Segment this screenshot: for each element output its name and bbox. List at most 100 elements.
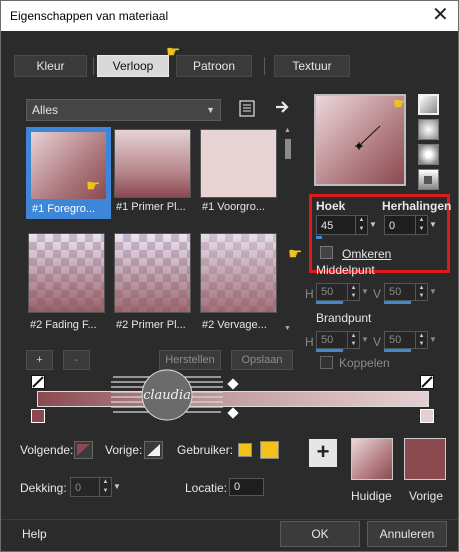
focal-v-input[interactable]: 50 ▲ ▼ [384, 331, 428, 349]
material-properties-dialog: Eigenschappen van materiaal ✕ Kleur Verl… [0, 0, 459, 552]
focal-h-label: H [305, 335, 314, 349]
gradient-label: #2 Primer Pl... [116, 319, 186, 331]
remove-button[interactable]: - [63, 350, 90, 370]
pointer-hand-icon: ☛ [288, 246, 303, 263]
tab-textuur[interactable]: Textuur [274, 55, 350, 77]
tab-verloop[interactable]: Verloop [97, 55, 169, 77]
gradient-label: #1 Primer Pl... [116, 201, 186, 213]
repeats-input[interactable]: 0 ▲ ▼ [384, 215, 428, 235]
user-color-swatch-2[interactable] [260, 441, 279, 459]
focal-h-slider[interactable] [316, 349, 343, 352]
location-input[interactable]: 0 [229, 478, 264, 496]
invert-label: Omkeren [342, 247, 392, 261]
foreground-stop-marker[interactable] [31, 375, 45, 389]
gradient-item[interactable]: #1 Primer Pl... [112, 127, 197, 219]
chevron-down-icon[interactable]: ▼ [429, 215, 437, 235]
gradient-item[interactable]: #2 Primer Pl... [112, 231, 197, 331]
link-label: Koppelen [339, 356, 390, 370]
gradient-grid: #1 Foregro... ☛ #1 Primer Pl... #1 Voorg… [26, 127, 281, 337]
title-bar: Eigenschappen van materiaal ✕ [1, 1, 458, 31]
list-view-icon[interactable] [239, 100, 255, 117]
gradient-item[interactable]: #2 Fading F... [26, 231, 111, 331]
gradient-label: #2 Fading F... [30, 319, 97, 331]
scroll-thumb[interactable] [285, 139, 291, 159]
category-dropdown[interactable]: Alles ▼ [26, 99, 221, 121]
arrow-right-icon[interactable] [275, 99, 291, 115]
style-radial-button[interactable] [418, 169, 439, 190]
angle-slider[interactable] [316, 236, 322, 239]
gradient-label: #1 Foregro... [32, 203, 95, 215]
invert-checkbox[interactable] [320, 246, 333, 259]
category-value: Alles [32, 103, 59, 117]
center-h-slider[interactable] [316, 301, 343, 304]
center-h-input[interactable]: 50 ▲ ▼ [316, 283, 360, 301]
gradient-preview [200, 129, 277, 198]
angle-label: Hoek [316, 199, 346, 213]
center-v-value: 50 [389, 286, 402, 298]
style-rectangular-button[interactable] [418, 119, 439, 140]
focal-v-value: 50 [389, 334, 402, 346]
style-sunburst-button[interactable] [418, 144, 439, 165]
repeats-value: 0 [389, 220, 396, 232]
center-v-slider[interactable] [384, 301, 411, 304]
midpoint-marker[interactable] [227, 407, 239, 419]
tab-patroon[interactable]: Patroon [176, 55, 252, 77]
cancel-button[interactable]: Annuleren [367, 521, 447, 547]
gradient-scrollbar[interactable]: ▲ ▼ [283, 127, 293, 335]
center-v-input[interactable]: 50 ▲ ▼ [384, 283, 428, 301]
add-user-color-button[interactable]: + [309, 439, 337, 467]
chevron-down-icon[interactable]: ▼ [113, 477, 121, 497]
chevron-down-icon[interactable]: ▼ [361, 283, 369, 301]
gradient-item[interactable]: #2 Vervage... [198, 231, 283, 331]
midpoint-marker[interactable] [227, 378, 239, 390]
prev-color-swatch[interactable] [144, 441, 163, 459]
gradient-bar[interactable] [37, 391, 429, 407]
location-label: Locatie: [185, 481, 228, 495]
add-button[interactable]: + [26, 350, 53, 370]
gradient-preview [200, 233, 277, 313]
focal-h-input[interactable]: 50 ▲ ▼ [316, 331, 360, 349]
scroll-down-icon[interactable]: ▼ [284, 325, 291, 332]
repeats-label: Herhalingen [382, 199, 452, 213]
color-stop-start[interactable] [31, 409, 45, 423]
pointer-hand-icon: ☛ [393, 96, 408, 113]
current-gradient-swatch[interactable] [351, 438, 393, 480]
style-linear-button[interactable] [418, 94, 439, 115]
chevron-down-icon[interactable]: ▼ [429, 331, 437, 349]
gradient-item[interactable]: #1 Voorgro... [198, 127, 283, 219]
opacity-input[interactable]: 0 ▲ ▼ [70, 477, 112, 497]
focal-v-slider[interactable] [384, 349, 411, 352]
next-color-swatch[interactable] [74, 441, 93, 459]
chevron-down-icon[interactable]: ▼ [429, 283, 437, 301]
repeats-spinner[interactable]: ▲ ▼ [415, 216, 427, 234]
chevron-down-icon[interactable]: ▼ [361, 331, 369, 349]
chevron-down-icon[interactable]: ▼ [369, 215, 377, 235]
save-button[interactable]: Opslaan [231, 350, 293, 370]
opacity-value: 0 [75, 482, 82, 494]
angle-spinner[interactable]: ▲ ▼ [355, 216, 367, 234]
angle-input[interactable]: 45 ▲ ▼ [316, 215, 368, 235]
previous-label: Vorige [409, 489, 444, 503]
gradient-item-selected[interactable]: #1 Foregro... ☛ [26, 127, 111, 219]
ok-button[interactable]: OK [280, 521, 360, 547]
location-value: 0 [234, 481, 241, 493]
current-label: Huidige [351, 489, 392, 503]
color-stop-end[interactable] [420, 409, 434, 423]
tab-kleur[interactable]: Kleur [14, 55, 87, 77]
user-label: Gebruiker: [177, 443, 234, 457]
close-icon[interactable]: ✕ [432, 4, 449, 26]
gradient-preview [28, 233, 105, 313]
tab-separator [93, 57, 94, 75]
center-h-label: H [305, 287, 314, 301]
gradient-preview [114, 129, 191, 198]
scroll-up-icon[interactable]: ▲ [284, 127, 291, 134]
background-stop-marker[interactable] [420, 375, 434, 389]
link-checkbox[interactable] [320, 356, 333, 369]
dialog-title: Eigenschappen van materiaal [10, 9, 169, 23]
pointer-hand-icon: ☛ [86, 178, 101, 195]
center-label: Middelpunt [316, 263, 375, 277]
focal-label: Brandpunt [316, 311, 372, 325]
help-link[interactable]: Help [22, 527, 47, 541]
previous-color-swatch[interactable] [404, 438, 446, 480]
user-color-swatch-1[interactable] [238, 443, 252, 457]
